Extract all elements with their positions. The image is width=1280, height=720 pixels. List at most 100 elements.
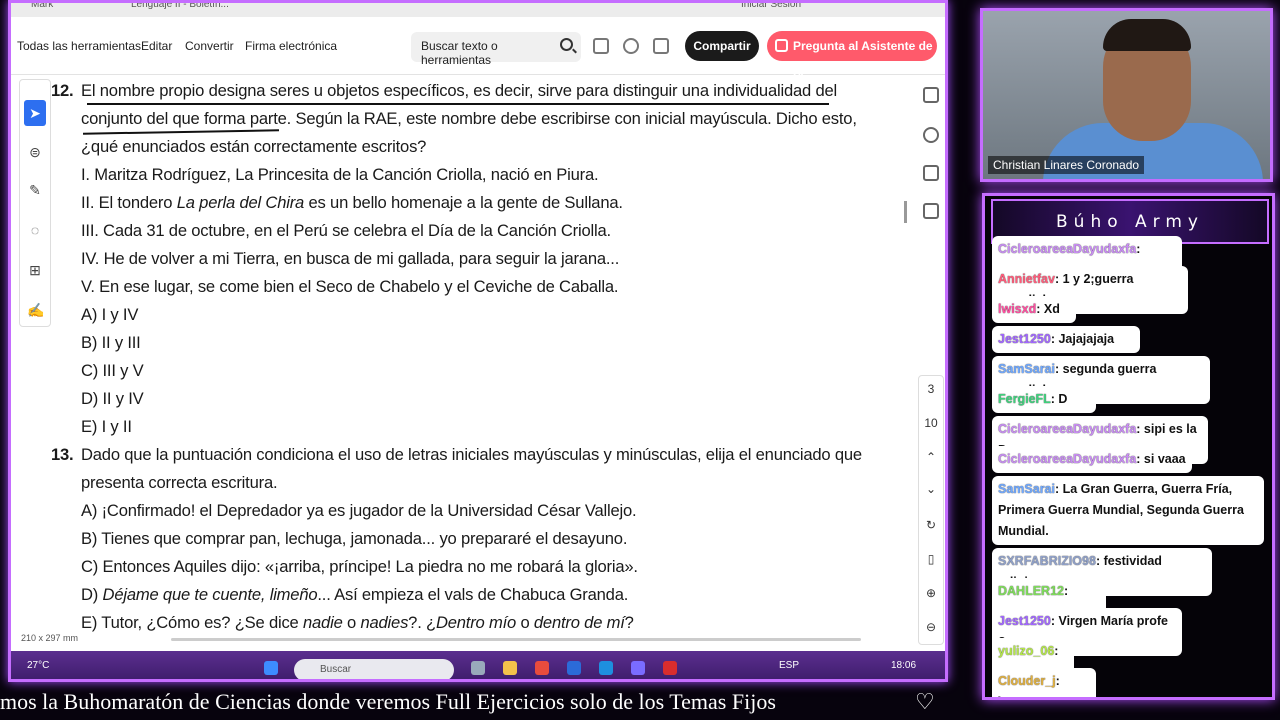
app-icon-2[interactable]: [631, 661, 645, 675]
file-icon[interactable]: ▯: [919, 552, 943, 566]
chat-username[interactable]: CicleroareeaDayudaxfa: [998, 242, 1136, 256]
acrobat-icon[interactable]: [663, 661, 677, 675]
edge-icon[interactable]: [599, 661, 613, 675]
option-b: B) II y III: [81, 333, 141, 352]
vertical-scrollbar[interactable]: [904, 201, 907, 223]
tab-document[interactable]: Lenguaje II - Boletín...: [131, 3, 229, 10]
tab-left[interactable]: Mark: [31, 3, 53, 10]
q13-option-b: B) Tienes que comprar pan, lechuga, jamo…: [81, 529, 628, 548]
browser-tab-strip: Mark Lenguaje II - Boletín... Iniciar Se…: [11, 3, 945, 17]
menu-all-tools[interactable]: Todas las herramientas: [17, 39, 141, 53]
taskbar-search[interactable]: Buscar: [294, 659, 454, 679]
statement-2: II. El tondero La perla del Chira es un …: [81, 193, 623, 212]
horizontal-scrollbar[interactable]: [171, 638, 861, 641]
language-indicator[interactable]: ESP: [779, 660, 799, 671]
chat-username[interactable]: SXRFABRIZIO98: [998, 554, 1096, 568]
save-icon[interactable]: [593, 38, 609, 54]
option-a: A) I y IV: [81, 305, 139, 324]
stream-layout: Mark Lenguaje II - Boletín... Iniciar Se…: [0, 0, 1280, 720]
clock[interactable]: 18:06: [891, 660, 916, 671]
chat-username[interactable]: SamSarai: [998, 482, 1055, 496]
current-page[interactable]: 3: [919, 382, 943, 396]
weather-widget[interactable]: 27°C: [27, 660, 49, 671]
live-chat-panel: Búho Army CicleroareeaDayudaxfa: mayusAn…: [982, 193, 1275, 700]
zoom-out-icon[interactable]: ⊖: [919, 620, 943, 634]
ai-assistant-button[interactable]: Pregunta al Asistente de IA: [767, 31, 937, 83]
search-input[interactable]: Buscar texto o herramientas: [411, 32, 581, 67]
chat-message: FergieFL: D: [992, 386, 1096, 413]
pdf-toolbar: Todas las herramientas Editar Convertir …: [11, 17, 945, 83]
pdf-page: 12. El nombre propio designa seres u obj…: [47, 75, 907, 635]
chat-message: Clouder_j: }casa: [992, 668, 1096, 697]
app-icon[interactable]: [535, 661, 549, 675]
sign-in-link[interactable]: Iniciar Sesión: [741, 3, 801, 10]
question-12-line1: El nombre propio designa seres u objetos…: [81, 81, 837, 100]
question-13-line2: presenta correcta escritura.: [81, 473, 278, 492]
chat-username[interactable]: Annietfav: [998, 272, 1055, 286]
chat-username[interactable]: FergieFL: [998, 392, 1051, 406]
scrolling-ticker: mos la Buhomaratón de Ciencias donde ver…: [0, 689, 776, 714]
file-explorer-icon[interactable]: [503, 661, 517, 675]
page-down-icon[interactable]: ⌄: [919, 482, 943, 496]
shared-screen: Mark Lenguaje II - Boletín... Iniciar Se…: [8, 0, 948, 682]
chat-text: : D: [1050, 392, 1068, 406]
windows-start-icon[interactable]: [264, 661, 278, 675]
search-icon: [560, 38, 573, 51]
statement-5: V. En ese lugar, se come bien el Seco de…: [81, 277, 619, 296]
task-view-icon[interactable]: [471, 661, 485, 675]
q13-option-d: D) Déjame que te cuente, limeño... Así e…: [81, 585, 629, 604]
chat-username[interactable]: CicleroareeaDayudaxfa: [998, 422, 1136, 436]
webcam-name-label: Christian Linares Coronado: [988, 156, 1145, 174]
chat-username[interactable]: yulizo_06: [998, 644, 1054, 658]
question-12-line2: conjunto del que forma parte. Según la R…: [81, 109, 857, 128]
chat-username[interactable]: DAHLER12: [998, 584, 1064, 598]
pen-icon[interactable]: ✎: [27, 182, 43, 198]
zoom-in-icon[interactable]: ⊕: [919, 586, 943, 600]
menu-edit[interactable]: Editar: [141, 39, 172, 53]
chat-username[interactable]: Jest1250: [998, 614, 1051, 628]
person-hair: [1103, 19, 1191, 51]
chat-message: Jest1250: Jajajajaja: [992, 326, 1140, 353]
search-placeholder: Buscar texto o herramientas: [421, 39, 498, 67]
chat-message: lwisxd: Xd: [992, 296, 1076, 323]
chat-message: CicleroareeaDayudaxfa: si vaaa: [992, 446, 1192, 473]
select-cursor-icon[interactable]: ➤: [24, 100, 46, 126]
chat-text: : si vaaa: [1136, 452, 1186, 466]
text-box-icon[interactable]: ⊞: [27, 262, 43, 278]
page-up-icon[interactable]: ⌃: [919, 450, 943, 464]
ai-summary-icon[interactable]: [923, 87, 939, 103]
refresh-icon[interactable]: ↻: [919, 518, 943, 532]
option-d: D) II y IV: [81, 389, 144, 408]
option-e: E) I y II: [81, 417, 132, 436]
menu-convert[interactable]: Convertir: [185, 39, 234, 53]
stamp-icon[interactable]: ✍: [27, 302, 44, 318]
chat-text: : Xd: [1036, 302, 1060, 316]
windows-taskbar: 27°C Buscar ESP 18:06: [11, 651, 945, 679]
statement-3: III. Cada 31 de octubre, en el Perú se c…: [81, 221, 611, 240]
chat-username[interactable]: CicleroareeaDayudaxfa: [998, 452, 1136, 466]
lasso-icon[interactable]: ◌: [27, 222, 43, 238]
chat-username[interactable]: lwisxd: [998, 302, 1036, 316]
chat-username[interactable]: Jest1250: [998, 332, 1051, 346]
statement-4: IV. He de volver a mi Tierra, en busca d…: [81, 249, 620, 268]
question-12-number: 12.: [51, 81, 74, 100]
pages-icon[interactable]: [923, 203, 939, 219]
chat-message: SamSarai: La Gran Guerra, Guerra Fría, P…: [992, 476, 1264, 545]
chat-username[interactable]: Clouder_j: [998, 674, 1056, 688]
question-13-line1: Dado que la puntuación condiciona el uso…: [81, 445, 862, 464]
q13-option-a: A) ¡Confirmado! el Depredador ya es juga…: [81, 501, 637, 520]
chat-username[interactable]: SamSarai: [998, 362, 1055, 376]
statement-1: I. Maritza Rodríguez, La Princesita de l…: [81, 165, 599, 184]
print-icon[interactable]: [653, 38, 669, 54]
upload-icon[interactable]: [623, 38, 639, 54]
handwritten-underline: [83, 129, 279, 135]
menu-esign[interactable]: Firma electrónica: [245, 39, 337, 53]
comment-icon[interactable]: ⊜: [27, 144, 43, 160]
question-13-number: 13.: [51, 445, 74, 464]
q13-option-e: E) Tutor, ¿Cómo es? ¿Se dice nadie o nad…: [81, 613, 634, 632]
option-c: C) III y V: [81, 361, 144, 380]
word-icon[interactable]: [567, 661, 581, 675]
share-button[interactable]: Compartir: [685, 31, 759, 61]
comments-icon[interactable]: [923, 127, 939, 143]
bookmark-icon[interactable]: [923, 165, 939, 181]
